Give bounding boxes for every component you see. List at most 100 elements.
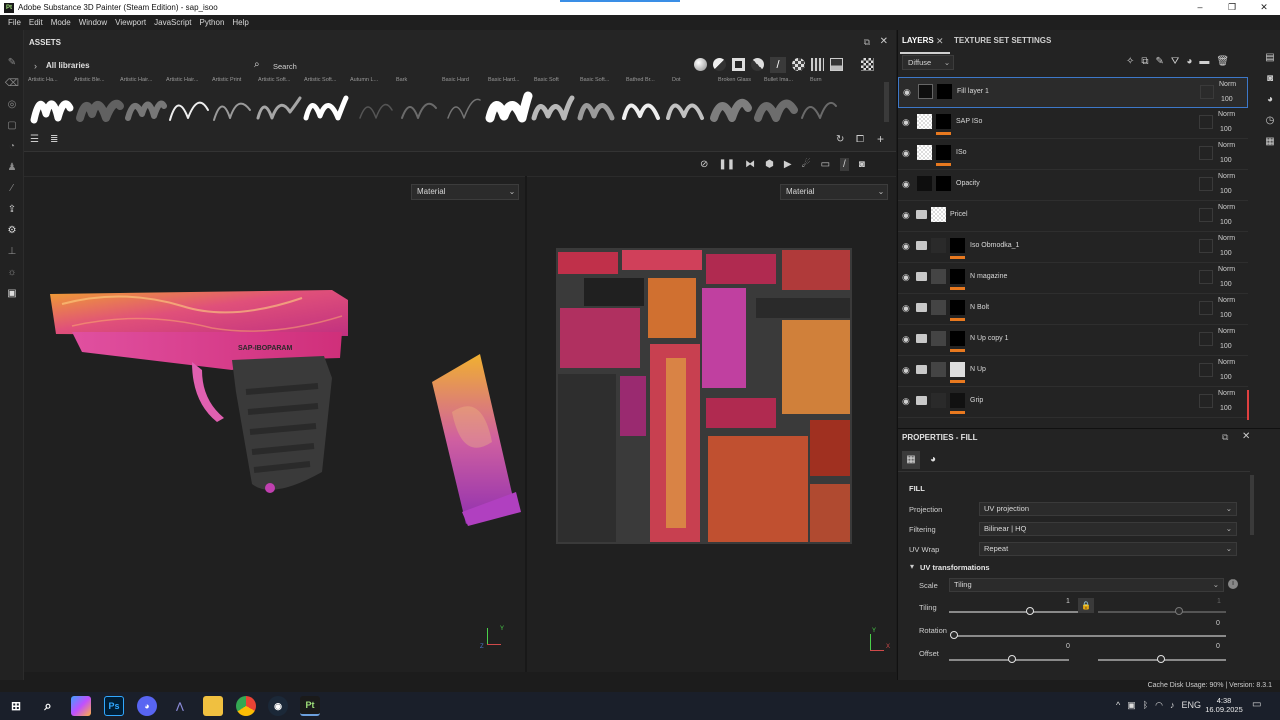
materials-filter-icon[interactable] <box>694 58 707 71</box>
projection-select[interactable]: UV projection ⌄ <box>979 502 1237 516</box>
visibility-eye-icon[interactable]: ◉ <box>902 303 914 313</box>
close-tab-icon[interactable]: ✕ <box>936 36 944 47</box>
copilot-icon[interactable] <box>71 696 91 716</box>
grid-view-icon[interactable] <box>861 58 874 71</box>
shelf-icon[interactable]: ▣ <box>0 283 24 304</box>
sort-list-icon[interactable]: ≣ <box>50 134 58 145</box>
clone-icon[interactable]: ♟ <box>0 157 24 178</box>
menu-mode[interactable]: Mode <box>51 18 71 27</box>
substance-painter-icon[interactable]: Pt <box>300 696 320 716</box>
layer-name[interactable]: SAP ISo <box>956 118 982 125</box>
layer-name[interactable]: Opacity <box>956 180 980 187</box>
rotation-slider-track[interactable] <box>954 635 1226 637</box>
tab-texture-set-settings[interactable]: TEXTURE SET SETTINGS <box>954 30 1051 52</box>
3d-model-pistol[interactable]: SAP-IBOPARAM <box>42 282 382 512</box>
frame-icon[interactable]: ▭ <box>821 159 830 170</box>
rotation-value[interactable]: 0 <box>1216 620 1220 627</box>
library-selector[interactable]: All libraries <box>46 61 90 70</box>
layer-opacity[interactable]: 100 <box>1220 343 1232 350</box>
layer-row[interactable]: ◉ Grip Norm 100 <box>898 387 1248 418</box>
layer-name[interactable]: ISo <box>956 149 967 156</box>
layer-opacity[interactable]: 100 <box>1220 126 1232 133</box>
menu-viewport[interactable]: Viewport <box>115 18 146 27</box>
layers-panel-icon[interactable]: ▤ <box>1260 52 1280 73</box>
offset-value-u[interactable]: 0 <box>1066 643 1070 650</box>
blend-toggle[interactable] <box>1200 85 1214 99</box>
layer-opacity[interactable]: 100 <box>1220 219 1232 226</box>
tiling-slider-knob[interactable] <box>1026 607 1034 615</box>
close-panel-icon[interactable]: ✕ <box>880 36 888 47</box>
layer-opacity[interactable]: 100 <box>1220 281 1232 288</box>
blend-mode[interactable]: Norm <box>1218 142 1235 149</box>
bake-icon[interactable]: ⚙ <box>0 220 24 241</box>
tiling-value-2[interactable]: 1 <box>1217 598 1221 605</box>
properties-scrollbar[interactable] <box>1250 475 1254 535</box>
tray-app-icon[interactable]: ▣ <box>1127 700 1136 711</box>
maximize-button[interactable]: ❐ <box>1216 0 1248 15</box>
undock-icon[interactable]: ⧉ <box>864 37 870 48</box>
visibility-eye-icon[interactable]: ◉ <box>902 117 914 127</box>
visibility-eye-icon[interactable]: ◉ <box>902 148 914 158</box>
smart-masks-filter-icon[interactable] <box>751 58 764 71</box>
brushes-filter-icon[interactable]: / <box>770 57 786 73</box>
layer-row[interactable]: ◉ Opacity Norm 100 <box>898 170 1248 201</box>
history-icon[interactable]: ◷ <box>1260 115 1280 136</box>
smudge-icon[interactable]: ◔ <box>0 136 24 157</box>
layer-row[interactable]: ◉ N Up Norm 100 <box>898 356 1248 387</box>
menu-javascript[interactable]: JavaScript <box>154 18 191 27</box>
blend-toggle[interactable] <box>1199 332 1213 346</box>
textures-filter-icon[interactable] <box>792 58 805 71</box>
delete-layer-icon[interactable]: 🗑 <box>1216 56 1229 67</box>
tiling-value[interactable]: 1 <box>1066 598 1070 605</box>
layer-name[interactable]: Iso Obmodka_1 <box>970 242 1019 249</box>
add-effect-icon[interactable]: ✧ <box>1126 56 1134 67</box>
layer-name[interactable]: N Bolt <box>970 304 989 311</box>
discord-icon[interactable]: ◕ <box>137 696 157 716</box>
layer-row[interactable]: ◉ N Bolt Norm 100 <box>898 294 1248 325</box>
chrome-icon[interactable] <box>236 696 256 716</box>
blend-mode[interactable]: Norm <box>1218 297 1235 304</box>
menu-python[interactable]: Python <box>200 18 225 27</box>
tiling-slider-2-knob[interactable] <box>1175 607 1183 615</box>
paint-brush-icon[interactable]: ✎ <box>0 52 24 73</box>
visibility-eye-icon[interactable]: ◉ <box>902 210 914 220</box>
masks-filter-icon[interactable] <box>732 58 745 71</box>
left-view-mode-select[interactable]: Material ⌄ <box>411 184 519 200</box>
filter-list-icon[interactable]: ☰ <box>30 134 39 145</box>
layer-name[interactable]: N magazine <box>970 273 1007 280</box>
add-folder-icon[interactable]: ▬ <box>1199 56 1209 67</box>
layer-row[interactable]: ◉ N Up copy 1 Norm 100 <box>898 325 1248 356</box>
layer-row[interactable]: ◉ Pricel Norm 100 <box>898 201 1248 232</box>
blend-toggle[interactable] <box>1199 146 1213 160</box>
blend-toggle[interactable] <box>1199 301 1213 315</box>
blend-toggle[interactable] <box>1199 115 1213 129</box>
display-settings-icon[interactable]: ◙ <box>1260 73 1280 94</box>
measure-icon[interactable]: ⊥ <box>0 241 24 262</box>
layer-name[interactable]: Grip <box>970 397 983 404</box>
layer-row[interactable]: ◉ Iso Obmodka_1 Norm 100 <box>898 232 1248 263</box>
offset-value-v[interactable]: 0 <box>1216 643 1220 650</box>
blend-mode[interactable]: Norm <box>1218 390 1235 397</box>
visibility-eye-icon[interactable]: ◉ <box>902 334 914 344</box>
blend-mode[interactable]: Norm <box>1218 359 1235 366</box>
layer-opacity[interactable]: 100 <box>1220 188 1232 195</box>
blend-toggle[interactable] <box>1199 394 1213 408</box>
blend-mode[interactable]: Norm <box>1218 173 1235 180</box>
eraser-icon[interactable]: ⌫ <box>0 73 24 94</box>
uv-texture-map[interactable] <box>556 248 852 544</box>
add-paint-layer-icon[interactable]: ✎ <box>1156 56 1164 67</box>
steam-icon[interactable]: ◉ <box>268 696 288 716</box>
menu-edit[interactable]: Edit <box>29 18 43 27</box>
shader-settings-icon[interactable]: ◕ <box>1260 94 1280 115</box>
light-rotate-icon[interactable]: ☄ <box>802 159 811 170</box>
search-input[interactable]: Search <box>273 62 673 71</box>
filtering-select[interactable]: Bilinear | HQ ⌄ <box>979 522 1237 536</box>
viewport[interactable]: ⊘ ❚❚ ⧓ ⬢ ▶ ☄ ▭ / ◙ Material ⌄ Material ⌄ <box>24 152 896 672</box>
add-mask-icon[interactable]: ⧉ <box>1141 56 1148 67</box>
visibility-eye-icon[interactable]: ◉ <box>903 87 915 97</box>
channel-select[interactable]: Diffuse ⌄ <box>902 55 954 70</box>
alphas-filter-icon[interactable] <box>811 58 824 71</box>
clock-time[interactable]: 4:38 <box>1204 696 1244 705</box>
layer-row[interactable]: ◉ N magazine Norm 100 <box>898 263 1248 294</box>
blend-mode[interactable]: Norm <box>1218 235 1235 242</box>
